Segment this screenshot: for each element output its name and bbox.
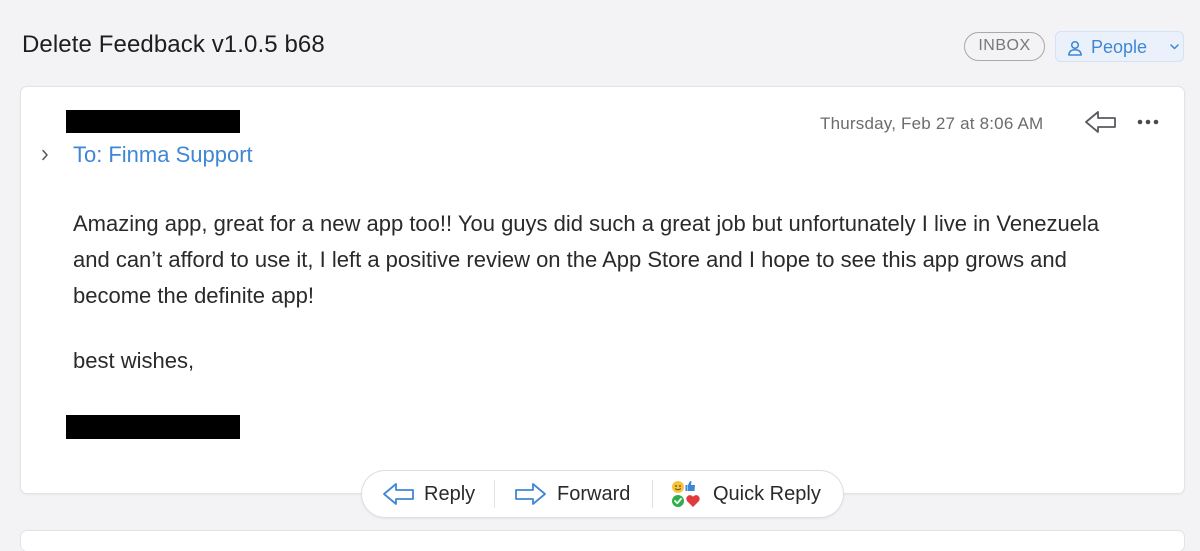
reply-icon[interactable]	[1084, 109, 1118, 135]
quick-reply-button-label: Quick Reply	[713, 483, 821, 505]
message-card: To: Finma Support Thursday, Feb 27 at 8:0…	[21, 87, 1184, 493]
message-date: Thursday, Feb 27 at 8:06 AM	[820, 114, 1044, 133]
reply-button[interactable]: Reply	[362, 471, 494, 517]
message-subject: Delete Feedback v1.0.5 b68	[22, 31, 325, 58]
redacted-signature	[66, 415, 240, 439]
forward-button-label: Forward	[557, 483, 631, 505]
reply-button-label: Reply	[424, 483, 476, 505]
message-action-bar: Reply Forward Quick Reply	[362, 471, 843, 517]
mailbox-badge[interactable]: INBOX	[964, 32, 1045, 61]
redacted-sender-name	[66, 110, 240, 133]
next-message-card	[21, 531, 1184, 551]
quick-reply-emoji-icon	[672, 481, 700, 507]
forward-button[interactable]: Forward	[495, 471, 652, 517]
reply-icon	[383, 483, 414, 505]
forward-icon	[515, 483, 546, 505]
recipient-name: Finma Support	[108, 142, 253, 167]
chevron-down-icon	[1170, 44, 1179, 50]
people-button[interactable]: People	[1055, 31, 1184, 62]
body-paragraph: Amazing app, great for a new app too!! Y…	[73, 211, 1100, 308]
recipient-line[interactable]: To: Finma Support	[73, 142, 253, 168]
to-prefix: To:	[73, 142, 103, 167]
more-options-icon[interactable]	[1137, 119, 1159, 125]
message-body: Amazing app, great for a new app too!! Y…	[73, 206, 1133, 379]
expand-recipients-chevron-icon[interactable]	[41, 149, 49, 161]
person-icon	[1068, 40, 1082, 56]
message-header-bar: Delete Feedback v1.0.5 b68 INBOX People	[0, 0, 1200, 86]
quick-reply-button[interactable]: Quick Reply	[653, 471, 843, 517]
people-button-label: People	[1091, 37, 1148, 57]
body-closing: best wishes,	[73, 348, 195, 373]
